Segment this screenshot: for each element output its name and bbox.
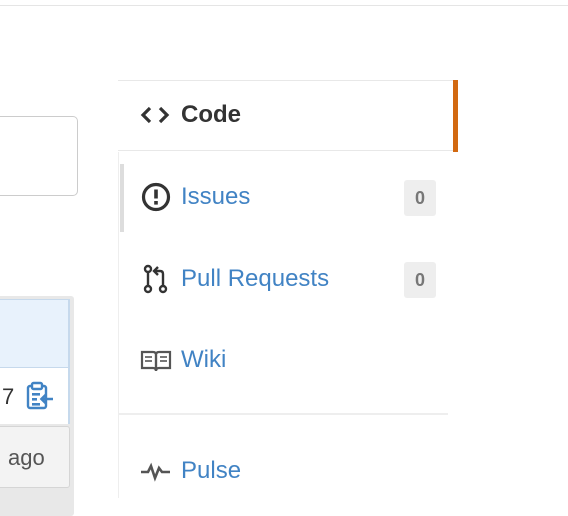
nav-label-pull-requests: Pull Requests xyxy=(181,265,330,292)
left-time-label: ago xyxy=(8,445,45,470)
nav-label-pulse: Pulse xyxy=(181,457,242,484)
git-pull-request-icon xyxy=(143,264,168,294)
repo-nav-border xyxy=(118,152,119,498)
nav-item-issues[interactable]: Issues xyxy=(140,181,250,213)
nav-label-code: Code xyxy=(181,101,241,128)
issues-counter: 0 xyxy=(404,180,436,216)
book-icon xyxy=(140,350,172,372)
nav-label-wiki: Wiki xyxy=(181,346,227,373)
top-header-border xyxy=(0,0,568,6)
nav-label-issues: Issues xyxy=(181,183,251,210)
nav-item-pulse[interactable]: Pulse xyxy=(140,455,241,487)
code-icon xyxy=(140,106,170,124)
issue-opened-icon xyxy=(141,182,171,212)
clipboard-icon[interactable] xyxy=(26,381,54,411)
left-panel-header xyxy=(0,299,70,368)
pulse-icon xyxy=(141,462,170,482)
pull-requests-counter: 0 xyxy=(404,262,436,298)
active-accent-bar xyxy=(453,80,458,152)
nav-divider xyxy=(118,413,448,415)
nav-item-wiki[interactable]: Wiki xyxy=(140,344,226,376)
nav-item-code-content[interactable]: Code xyxy=(140,99,241,131)
left-input-box[interactable] xyxy=(0,116,78,196)
left-row-value: 7 xyxy=(2,384,15,409)
hover-indicator xyxy=(120,164,124,232)
nav-item-pull-requests[interactable]: Pull Requests xyxy=(140,263,329,295)
